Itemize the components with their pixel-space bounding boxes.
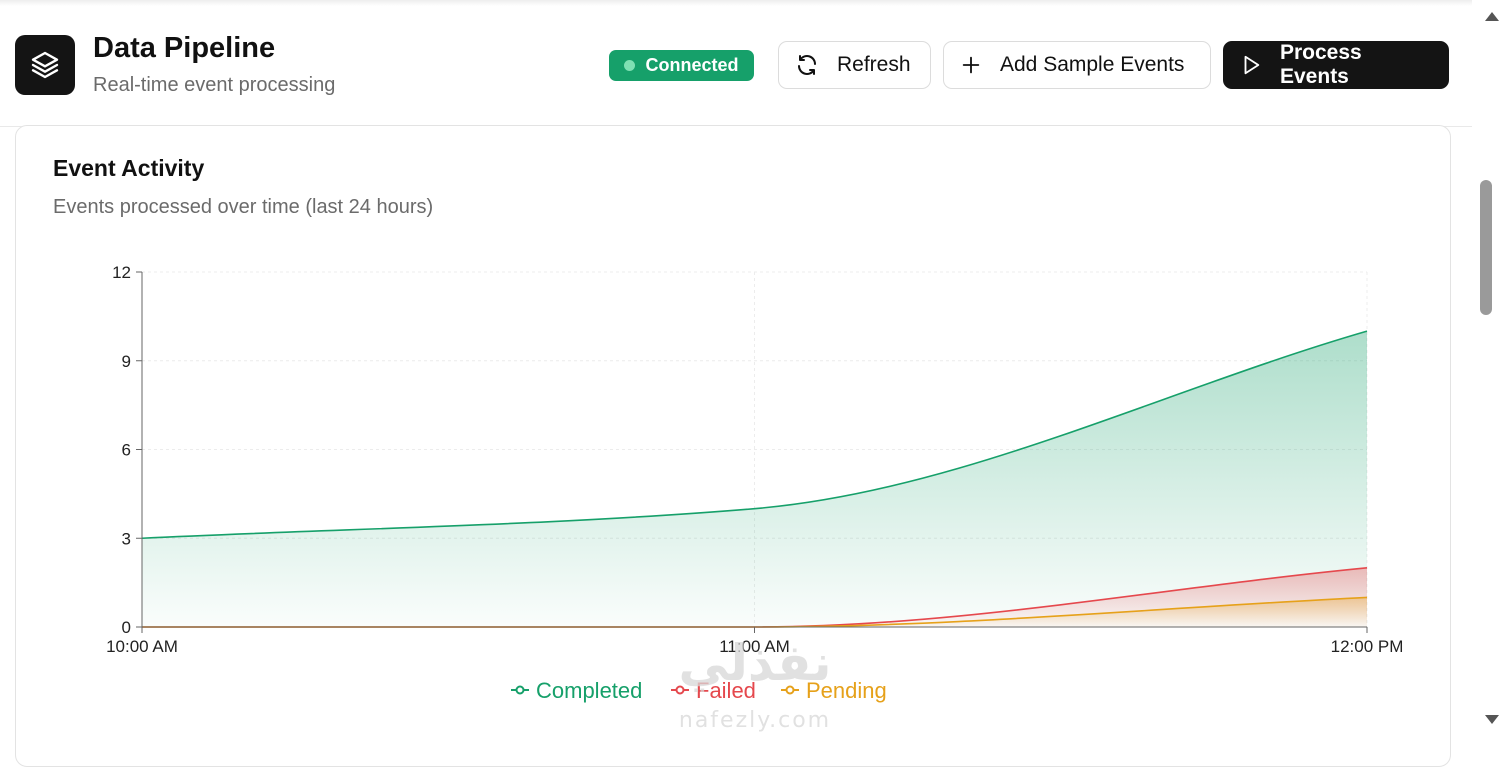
watermark-text: nafezly.com xyxy=(679,708,831,733)
legend-marker-icon xyxy=(515,685,525,695)
legend-label-completed: Completed xyxy=(536,678,642,703)
x-tick-label: 12:00 PM xyxy=(1331,637,1404,656)
y-tick-label: 6 xyxy=(122,441,131,460)
vertical-scrollbar[interactable] xyxy=(1472,0,1508,735)
x-tick-label: 10:00 AM xyxy=(106,637,178,656)
y-tick-label: 3 xyxy=(122,529,131,548)
y-tick-label: 12 xyxy=(112,263,131,282)
scroll-down-arrow-icon[interactable] xyxy=(1485,715,1499,724)
y-tick-label: 0 xyxy=(122,618,131,637)
watermark-logo: نفذلي xyxy=(678,634,831,692)
event-activity-chart: 03691210:00 AM 11:00 AM 12:00 PMCompleted F… xyxy=(106,263,1404,733)
scrollbar-thumb[interactable] xyxy=(1480,180,1492,315)
y-tick-label: 9 xyxy=(122,352,131,371)
scroll-up-arrow-icon[interactable] xyxy=(1485,12,1499,21)
